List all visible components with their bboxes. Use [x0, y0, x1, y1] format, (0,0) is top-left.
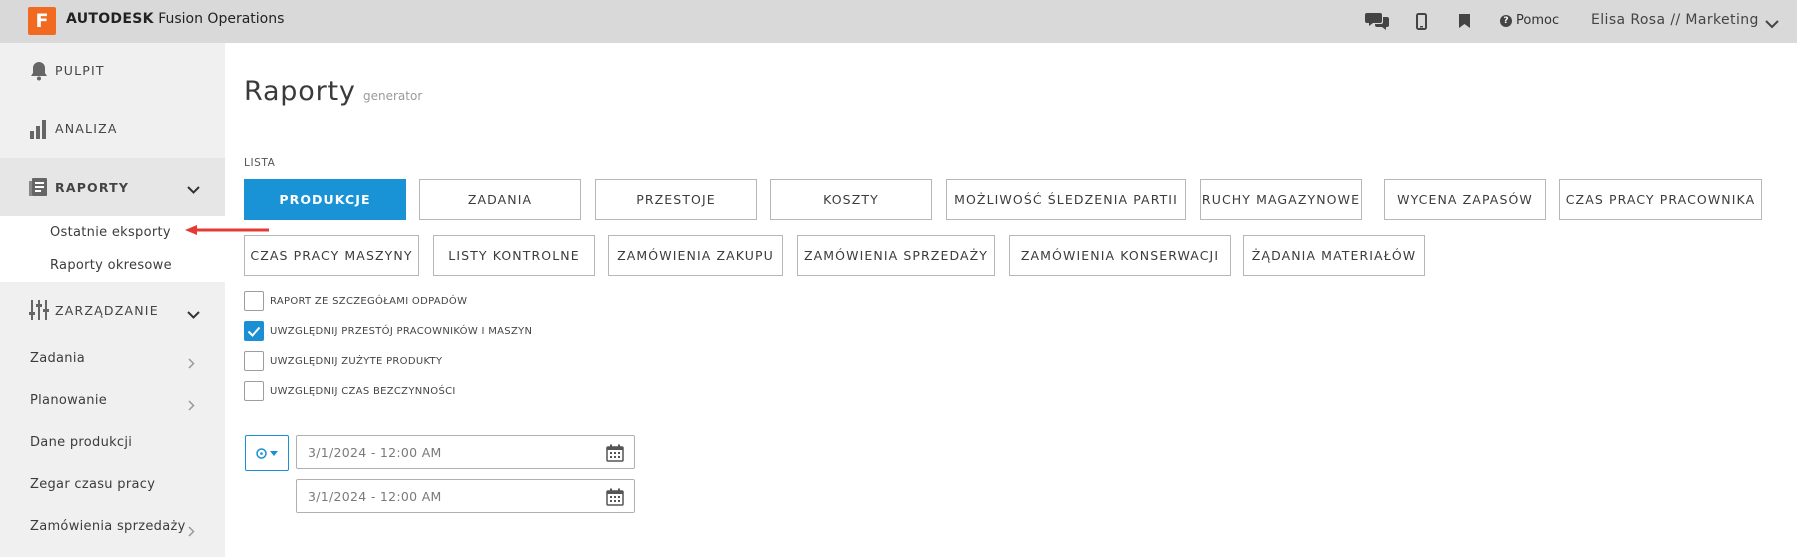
date-to-value: 3/1/2024 - 12:00 AM — [308, 489, 442, 504]
chevron-right-icon — [188, 354, 195, 373]
sidebar-item-pulpit[interactable]: PULPIT — [0, 43, 225, 98]
mobile-icon[interactable] — [1416, 11, 1427, 31]
report-button-przestoje[interactable]: PRZESTOJE — [595, 179, 757, 220]
date-to-input[interactable]: 3/1/2024 - 12:00 AM — [296, 479, 635, 513]
bookmark-icon[interactable] — [1459, 11, 1470, 31]
sliders-icon — [28, 299, 50, 321]
option-used-products[interactable]: UWZGLĘDNIJ ZUŻYTE PRODUKTY — [244, 351, 442, 371]
clock-icon — [256, 447, 267, 459]
bar-chart-icon — [28, 118, 50, 140]
page-subtitle: generator — [363, 89, 423, 103]
checkbox-label: UWZGLĘDNIJ PRZESTÓJ PRACOWNIKÓW I MASZYN — [270, 325, 533, 337]
date-from-value: 3/1/2024 - 12:00 AM — [308, 445, 442, 460]
report-button-listy-kontrolne[interactable]: LISTY KONTROLNE — [433, 235, 595, 276]
sidebar-item-analiza[interactable]: ANALIZA — [0, 101, 225, 156]
sidebar: PULPIT ANALIZA RAPORTY Ostatnie eksporty… — [0, 43, 225, 557]
option-scrap-details[interactable]: RAPORT ZE SZCZEGÓŁAMI ODPADÓW — [244, 291, 467, 311]
sidebar-item-planowanie[interactable]: Planowanie — [30, 393, 107, 408]
list-label: LISTA — [244, 157, 276, 169]
option-idle-time[interactable]: UWZGLĘDNIJ CZAS BEZCZYNNOŚCI — [244, 381, 456, 401]
report-button-zadania-materialow[interactable]: ŻĄDANIA MATERIAŁÓW — [1243, 235, 1425, 276]
chevron-right-icon — [188, 522, 195, 541]
sidebar-item-zadania[interactable]: Zadania — [30, 351, 85, 366]
sidebar-item-dane-produkcji[interactable]: Dane produkcji — [30, 435, 132, 450]
bell-icon — [28, 60, 50, 82]
chevron-down-icon[interactable] — [1765, 14, 1779, 33]
option-include-downtime[interactable]: UWZGLĘDNIJ PRZESTÓJ PRACOWNIKÓW I MASZYN — [244, 321, 532, 341]
report-button-zamowienia-zakupu[interactable]: ZAMÓWIENIA ZAKUPU — [608, 235, 783, 276]
calendar-icon[interactable] — [606, 444, 624, 466]
sidebar-item-raporty-okresowe[interactable]: Raporty okresowe — [50, 258, 172, 273]
report-button-zamowienia-sprzedazy[interactable]: ZAMÓWIENIA SPRZEDAŻY — [797, 235, 995, 276]
sidebar-label-zarzadzanie: ZARZĄDZANIE — [55, 302, 159, 318]
checkbox-label: RAPORT ZE SZCZEGÓŁAMI ODPADÓW — [270, 295, 468, 307]
chevron-right-icon — [188, 396, 195, 415]
sidebar-label-pulpit: PULPIT — [55, 63, 105, 78]
caret-down-icon — [270, 450, 278, 456]
sidebar-label-raporty: RAPORTY — [55, 179, 130, 195]
sidebar-item-zamowienia-sprzedazy[interactable]: Zamówienia sprzedaży — [30, 519, 186, 534]
date-from-input[interactable]: 3/1/2024 - 12:00 AM — [296, 435, 635, 469]
fusion-logo[interactable]: F — [28, 7, 56, 35]
user-menu[interactable]: Elisa Rosa // Marketing — [1591, 12, 1759, 28]
help-label: Pomoc — [1516, 13, 1560, 28]
report-button-zadania[interactable]: ZADANIA — [419, 179, 581, 220]
report-button-sledzenie-partii[interactable]: MOŻLIWOŚĆ ŚLEDZENIA PARTII — [946, 179, 1186, 220]
chat-icon[interactable] — [1365, 11, 1389, 31]
report-button-wycena-zapasow[interactable]: WYCENA ZAPASÓW — [1384, 179, 1546, 220]
report-icon — [28, 176, 50, 198]
chevron-down-icon — [187, 180, 200, 199]
page-title: Raporty — [244, 76, 356, 107]
checkbox-label: UWZGLĘDNIJ ZUŻYTE PRODUKTY — [270, 355, 443, 367]
brand-name: AUTODESK Fusion Operations — [66, 11, 285, 27]
sidebar-item-zarzadzanie[interactable]: ZARZĄDZANIE — [0, 283, 225, 337]
chevron-down-icon — [187, 305, 200, 324]
report-button-zamowienia-konserwacji[interactable]: ZAMÓWIENIA KONSERWACJI — [1009, 235, 1231, 276]
sidebar-item-raporty[interactable]: RAPORTY — [0, 158, 225, 216]
checkbox-checked[interactable] — [244, 321, 264, 341]
sidebar-item-ostatnie-eksporty[interactable]: Ostatnie eksporty — [50, 225, 171, 240]
calendar-icon[interactable] — [606, 488, 624, 510]
checkmark-icon — [247, 326, 261, 337]
sidebar-item-zegar-czasu-pracy[interactable]: Zegar czasu pracy — [30, 477, 155, 492]
question-icon: ? — [1500, 14, 1512, 27]
report-button-ruchy-magazynowe[interactable]: RUCHY MAGAZYNOWE — [1200, 179, 1362, 220]
checkbox[interactable] — [244, 381, 264, 401]
help-link[interactable]: ? Pomoc — [1500, 13, 1559, 28]
report-button-koszty[interactable]: KOSZTY — [770, 179, 932, 220]
checkbox-label: UWZGLĘDNIJ CZAS BEZCZYNNOŚCI — [270, 385, 456, 397]
report-button-produkcje[interactable]: PRODUKCJE — [244, 179, 406, 220]
report-button-czas-pracy-pracownika[interactable]: CZAS PRACY PRACOWNIKA — [1559, 179, 1762, 220]
report-button-czas-pracy-maszyny[interactable]: CZAS PRACY MASZYNY — [244, 235, 419, 276]
top-bar: F AUTODESK Fusion Operations ? Pomoc Eli… — [0, 0, 1797, 43]
checkbox[interactable] — [244, 351, 264, 371]
sidebar-label-analiza: ANALIZA — [55, 121, 118, 136]
checkbox[interactable] — [244, 291, 264, 311]
date-preset-dropdown[interactable] — [245, 435, 289, 471]
